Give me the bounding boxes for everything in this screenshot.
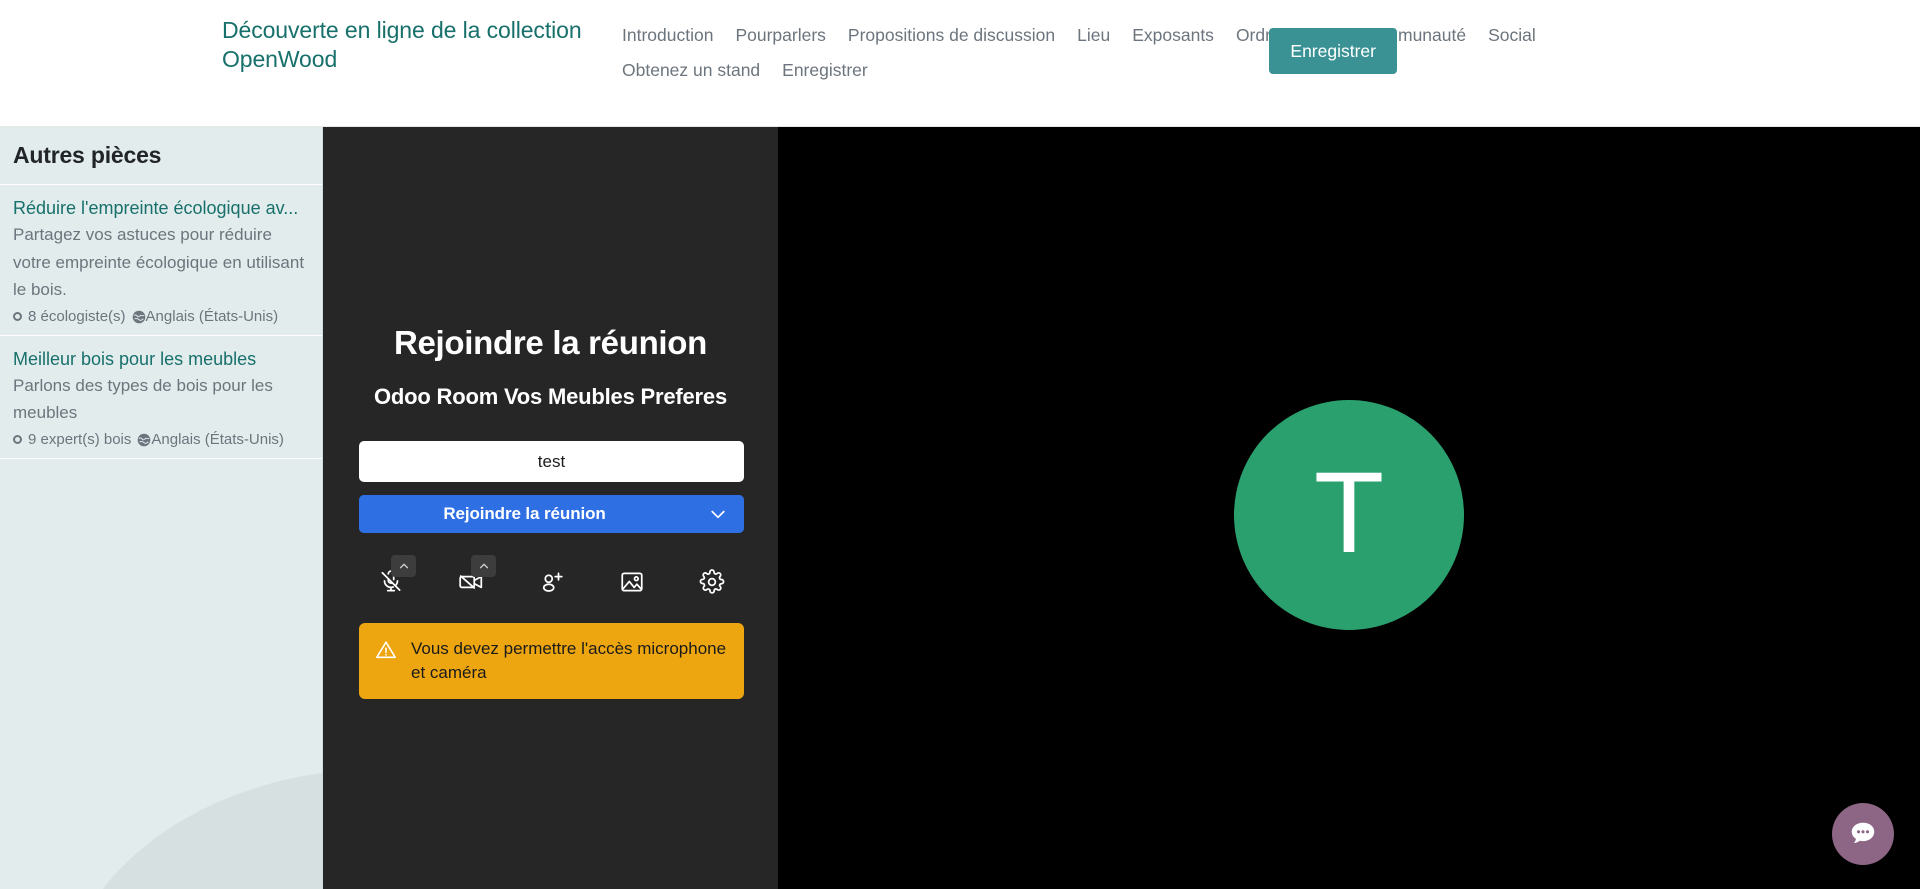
join-panel-title: Rejoindre la réunion [359, 323, 742, 363]
media-controls-row [359, 555, 744, 597]
avatar: T [1234, 400, 1464, 630]
page-stage: Autres pièces Réduire l'empreinte écolog… [0, 127, 1920, 889]
room-description: Partagez vos astuces pour réduire votre … [13, 220, 309, 304]
list-item[interactable]: Meilleur bois pour les meubles Parlons d… [0, 336, 322, 459]
globe-icon [132, 310, 146, 324]
nav-link-propositions-de-discussion[interactable]: Propositions de discussion [848, 18, 1055, 53]
join-meeting-button-group: Rejoindre la réunion [359, 495, 744, 533]
nav-link-lieu[interactable]: Lieu [1077, 18, 1110, 53]
nav-link-pourparlers[interactable]: Pourparlers [735, 18, 825, 53]
sidebar-decorative-curve [60, 769, 323, 889]
room-language: Anglais (États-Unis) [151, 430, 284, 449]
room-title-link[interactable]: Réduire l'empreinte écologique av... [13, 196, 309, 220]
background-effects-button[interactable] [604, 555, 660, 597]
participants-dot-icon [13, 312, 22, 321]
join-options-dropdown-button[interactable] [690, 495, 744, 533]
register-button[interactable]: Enregistrer [1269, 28, 1397, 74]
join-meeting-button[interactable]: Rejoindre la réunion [359, 495, 690, 533]
sidebar-title: Autres pièces [13, 142, 161, 169]
chat-bubble-icon [1848, 819, 1878, 849]
chevron-up-icon [477, 559, 491, 573]
background-image-icon [619, 569, 645, 595]
invite-person-icon [539, 569, 565, 595]
warning-triangle-icon [375, 639, 397, 666]
nav-link-social[interactable]: Social [1488, 18, 1536, 53]
other-rooms-sidebar: Autres pièces Réduire l'empreinte écolog… [0, 127, 323, 889]
chevron-down-icon [708, 504, 728, 524]
room-participant-count: 9 expert(s) bois [28, 430, 131, 449]
room-participant-count: 8 écologiste(s) [28, 307, 126, 326]
settings-button[interactable] [684, 555, 740, 597]
microphone-options-chevron-button[interactable] [391, 555, 416, 577]
nav-link-obtenez-un-stand[interactable]: Obtenez un stand [622, 53, 760, 88]
permissions-warning-text: Vous devez permettre l'accès microphone … [411, 637, 728, 685]
participants-dot-icon [13, 435, 22, 444]
room-name-heading: Odoo Room Vos Meubles Preferes [359, 383, 742, 411]
room-title-link[interactable]: Meilleur bois pour les meubles [13, 347, 309, 371]
chevron-up-icon [397, 559, 411, 573]
sidebar-header: Autres pièces [0, 127, 322, 185]
join-meeting-panel: Rejoindre la réunion Odoo Room Vos Meubl… [323, 127, 778, 889]
invite-participants-button[interactable] [524, 555, 580, 597]
video-stage: T [778, 127, 1920, 889]
room-meta: 9 expert(s) bois Anglais (États-Unis) [13, 427, 309, 449]
microphone-toggle-button[interactable] [363, 555, 419, 597]
avatar-initial: T [1314, 456, 1384, 571]
primary-nav: Introduction Pourparlers Propositions de… [622, 10, 1582, 88]
nav-link-introduction[interactable]: Introduction [622, 18, 713, 53]
site-brand-title[interactable]: Découverte en ligne de la collection Ope… [222, 10, 622, 74]
display-name-input[interactable] [359, 441, 744, 482]
nav-link-exposants[interactable]: Exposants [1132, 18, 1214, 53]
room-meta: 8 écologiste(s) Anglais (États-Unis) [13, 304, 309, 326]
settings-gear-icon [699, 569, 725, 595]
nav-link-enregistrer[interactable]: Enregistrer [782, 53, 868, 88]
chat-toggle-button[interactable] [1832, 803, 1894, 865]
globe-icon [137, 433, 151, 447]
room-description: Parlons des types de bois pour les meubl… [13, 371, 309, 427]
top-navbar: Découverte en ligne de la collection Ope… [0, 0, 1920, 127]
list-item[interactable]: Réduire l'empreinte écologique av... Par… [0, 185, 322, 336]
permissions-warning-banner: Vous devez permettre l'accès microphone … [359, 623, 744, 699]
camera-options-chevron-button[interactable] [471, 555, 496, 577]
room-language: Anglais (États-Unis) [146, 307, 279, 326]
camera-toggle-button[interactable] [443, 555, 499, 597]
